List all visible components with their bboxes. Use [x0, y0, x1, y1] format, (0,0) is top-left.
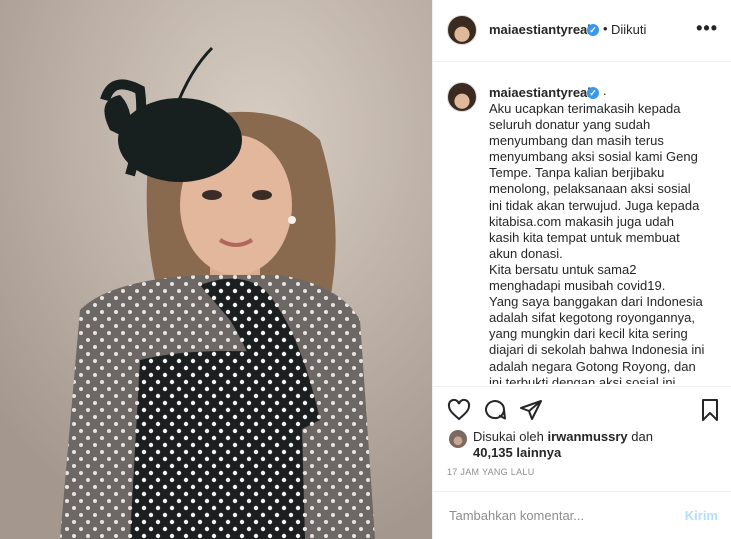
header-separator: • — [603, 21, 608, 36]
likes-connector: dan — [631, 429, 653, 444]
follow-status-button[interactable]: Diikuti — [611, 22, 646, 37]
caption-avatar[interactable] — [447, 82, 477, 112]
caption-trailing: . — [603, 83, 607, 98]
comment-icon[interactable] — [483, 398, 507, 422]
liker-username[interactable]: irwanmussry — [547, 429, 627, 444]
likes-summary: Disukai oleh irwanmussry dan 40,135 lain… — [473, 429, 653, 461]
post-image — [0, 0, 432, 539]
heart-icon[interactable] — [447, 398, 471, 422]
verified-badge-icon: ✓ — [587, 87, 599, 99]
post-timestamp[interactable]: 17 JAM YANG LALU — [447, 467, 535, 477]
caption-username[interactable]: maiaestiantyreal — [489, 85, 591, 100]
caption-text: Aku ucapkan terimakasih kepada seluruh d… — [489, 101, 705, 384]
comment-input[interactable] — [447, 507, 671, 524]
post-header: maiaestiantyreal ✓ • Diikuti ••• — [433, 0, 731, 62]
author-username[interactable]: maiaestiantyreal — [489, 22, 591, 37]
post-photo[interactable] — [0, 0, 432, 539]
bookmark-icon[interactable] — [698, 398, 722, 422]
comment-bar: Kirim — [433, 491, 731, 539]
author-avatar[interactable] — [447, 15, 477, 45]
post-comment-button[interactable]: Kirim — [685, 508, 718, 523]
actions-divider — [433, 386, 731, 387]
likes-count-link[interactable]: 40,135 lainnya — [473, 445, 561, 460]
post-side-panel: maiaestiantyreal ✓ • Diikuti ••• maiaest… — [432, 0, 731, 539]
likes-prefix: Disukai oleh — [473, 429, 544, 444]
more-options-icon[interactable]: ••• — [696, 18, 718, 39]
liker-avatar[interactable] — [449, 430, 467, 448]
caption-section[interactable]: maiaestiantyreal ✓ . Aku ucapkan terimak… — [433, 62, 731, 384]
paper-plane-icon[interactable] — [519, 398, 543, 422]
verified-badge-icon: ✓ — [587, 24, 599, 36]
